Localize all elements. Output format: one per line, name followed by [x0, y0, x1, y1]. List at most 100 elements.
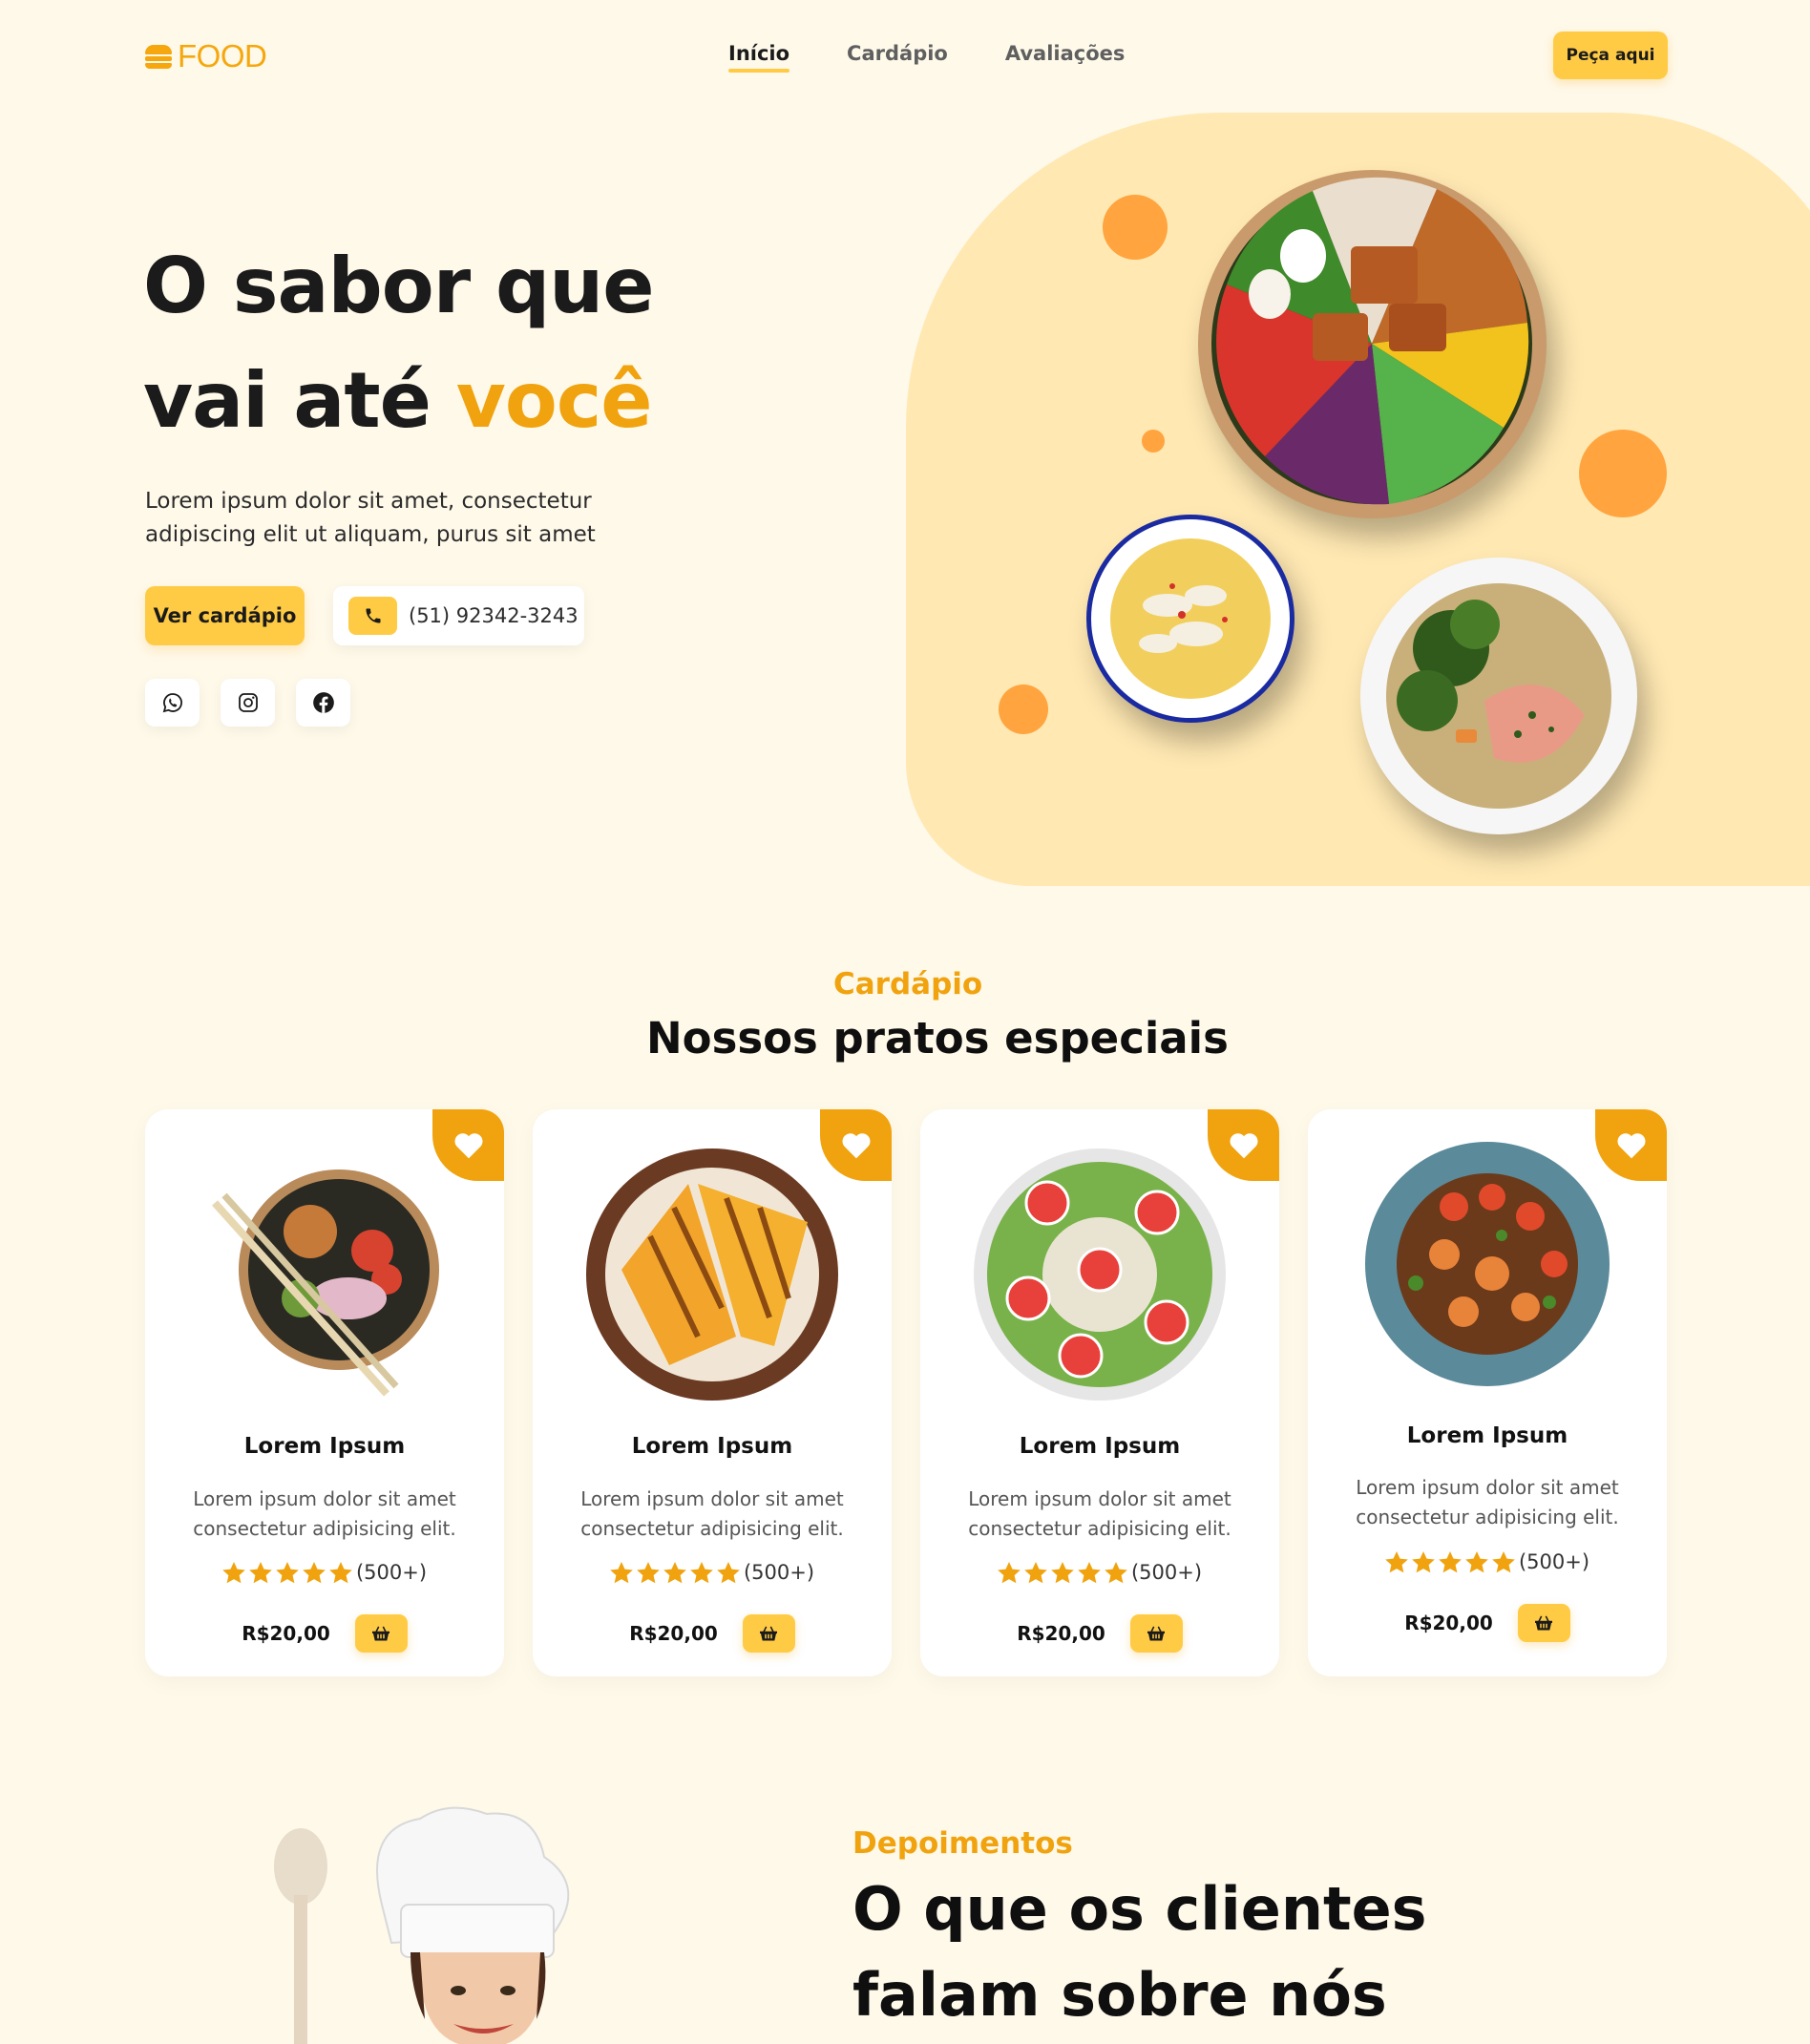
nav-item-cardapio[interactable]: Cardápio	[847, 42, 948, 73]
whatsapp-icon	[162, 693, 182, 713]
whatsapp-button[interactable]	[145, 679, 200, 727]
sandwich-plate-image	[586, 1148, 838, 1401]
nav-item-avaliacoes[interactable]: Avaliações	[1005, 42, 1126, 73]
star-icon	[998, 1561, 1021, 1583]
view-menu-button[interactable]: Ver cardápio	[145, 586, 305, 645]
dish-name: Lorem Ipsum	[631, 1434, 793, 1459]
dish-name: Lorem Ipsum	[1019, 1434, 1181, 1459]
star-icon	[1051, 1561, 1074, 1583]
review-count: (500+)	[743, 1561, 815, 1584]
logo-text: FOOD	[178, 38, 267, 74]
logo[interactable]: FOOD	[145, 38, 267, 74]
star-icon	[1412, 1550, 1435, 1572]
star-icon	[1492, 1550, 1515, 1572]
basket-icon	[760, 1626, 778, 1641]
star-icon	[249, 1561, 272, 1583]
testimonials-kicker: Depoimentos	[852, 1826, 1073, 1861]
dish-footer: R$20,00	[920, 1614, 1279, 1653]
star-icon	[1439, 1550, 1462, 1572]
star-icon	[1078, 1561, 1101, 1583]
dish-rating: (500+)	[145, 1561, 504, 1584]
dish-price: R$20,00	[242, 1622, 330, 1645]
dish-footer: R$20,00	[533, 1614, 892, 1653]
instagram-button[interactable]	[221, 679, 275, 727]
add-to-cart-button[interactable]	[1129, 1614, 1183, 1653]
dish-price: R$20,00	[1404, 1612, 1493, 1634]
star-icon	[1105, 1561, 1127, 1583]
star-icon	[610, 1561, 633, 1583]
hero-description: Lorem ipsum dolor sit amet, consectetur …	[145, 489, 596, 547]
dish-description: Lorem ipsum dolor sit amet consectetur a…	[580, 1487, 844, 1540]
dish-footer: R$20,00	[145, 1614, 504, 1653]
dish-price: R$20,00	[1017, 1622, 1105, 1645]
facebook-icon	[312, 692, 334, 713]
star-icon	[1024, 1561, 1047, 1583]
hero-title-line1: O sabor que	[143, 242, 654, 330]
decor-dot	[999, 685, 1048, 734]
testimonials-title: O que os clientes falam sobre nós	[852, 1874, 1427, 2030]
heart-icon	[1617, 1132, 1645, 1158]
dish-card[interactable]: Lorem Ipsum Lorem ipsum dolor sit amet c…	[1308, 1109, 1667, 1676]
ceviche-bowl-image	[1086, 515, 1294, 723]
menu-title: Nossos pratos especiais	[646, 1013, 1229, 1064]
dish-rating: (500+)	[920, 1561, 1279, 1584]
fruit-bowl-image	[974, 1148, 1226, 1401]
salmon-plate-image	[1360, 558, 1637, 834]
add-to-cart-button[interactable]	[354, 1614, 408, 1653]
dish-description: Lorem ipsum dolor sit amet consectetur a…	[968, 1487, 1231, 1540]
dish-card[interactable]: Lorem Ipsum Lorem ipsum dolor sit amet c…	[145, 1109, 504, 1676]
dish-description: Lorem ipsum dolor sit amet consectetur a…	[1356, 1476, 1619, 1528]
order-button[interactable]: Peça aqui	[1553, 32, 1668, 79]
star-icon	[222, 1561, 245, 1583]
dish-price: R$20,00	[629, 1622, 718, 1645]
basket-icon	[372, 1626, 390, 1641]
star-icon	[1465, 1550, 1488, 1572]
heart-icon	[454, 1132, 482, 1158]
facebook-button[interactable]	[296, 679, 350, 727]
salad-bowl-image	[1198, 170, 1547, 518]
nav-item-inicio[interactable]: Início	[728, 42, 790, 73]
hero-title-line2: vai até	[143, 356, 431, 445]
heart-icon	[842, 1132, 870, 1158]
star-icon	[663, 1561, 686, 1583]
basket-icon	[1535, 1615, 1553, 1631]
review-count: (500+)	[1130, 1561, 1203, 1584]
dish-rating: (500+)	[1308, 1550, 1667, 1573]
star-icon	[690, 1561, 713, 1583]
add-to-cart-button[interactable]	[742, 1614, 795, 1653]
hero-title-accent: você	[455, 356, 653, 445]
dish-name: Lorem Ipsum	[1406, 1423, 1568, 1448]
instagram-icon	[238, 693, 258, 712]
noodle-bowl-image	[212, 1170, 439, 1397]
decor-dot	[1142, 430, 1165, 453]
main-nav: Início Cardápio Avaliações	[728, 42, 1125, 73]
social-links	[145, 679, 350, 727]
review-count: (500+)	[1518, 1550, 1590, 1573]
star-icon	[276, 1561, 299, 1583]
burger-icon	[145, 43, 172, 70]
dish-description: Lorem ipsum dolor sit amet consectetur a…	[193, 1487, 456, 1540]
phone-number: (51) 92342-3243	[409, 604, 579, 627]
review-count: (500+)	[355, 1561, 428, 1584]
phone-icon	[348, 597, 397, 635]
star-icon	[717, 1561, 740, 1583]
star-icon	[637, 1561, 660, 1583]
dish-card[interactable]: Lorem Ipsum Lorem ipsum dolor sit amet c…	[533, 1109, 892, 1676]
dish-name: Lorem Ipsum	[243, 1434, 406, 1459]
basket-icon	[1147, 1626, 1166, 1641]
phone-button[interactable]: (51) 92342-3243	[333, 586, 584, 645]
star-icon	[1385, 1550, 1408, 1572]
decor-dot	[1103, 195, 1168, 260]
heart-icon	[1230, 1132, 1257, 1158]
chef-image	[274, 1806, 570, 2044]
hero-title: O sabor que vai até você	[143, 229, 654, 458]
dish-card[interactable]: Lorem Ipsum Lorem ipsum dolor sit amet c…	[920, 1109, 1279, 1676]
add-to-cart-button[interactable]	[1517, 1604, 1570, 1642]
star-icon	[303, 1561, 326, 1583]
star-icon	[329, 1561, 352, 1583]
decor-dot	[1579, 430, 1667, 517]
dish-footer: R$20,00	[1308, 1604, 1667, 1642]
menu-kicker: Cardápio	[833, 967, 983, 1001]
dish-rating: (500+)	[533, 1561, 892, 1584]
shrimp-noodles-image	[1365, 1142, 1610, 1386]
